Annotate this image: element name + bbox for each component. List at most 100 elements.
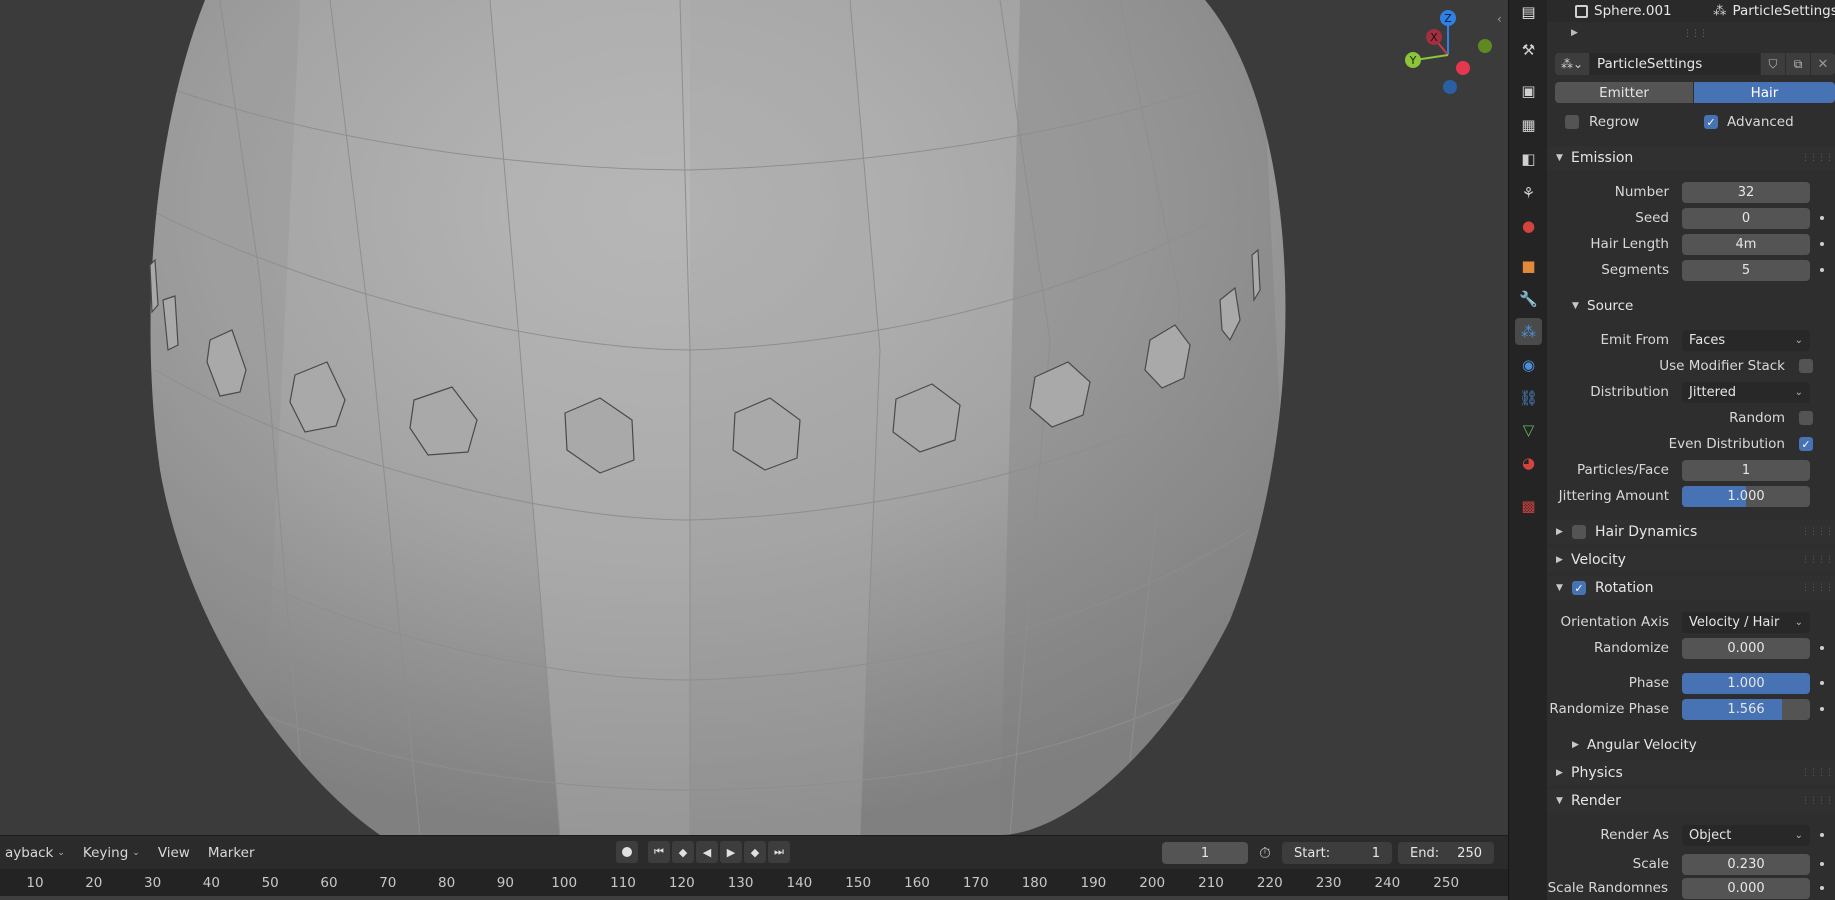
texture-tab-icon[interactable]: ▩ [1515, 492, 1542, 519]
tool-tab-icon[interactable]: ⚒ [1515, 36, 1542, 63]
end-frame-field[interactable]: End: 250 [1398, 842, 1494, 864]
scale-randomness-field[interactable]: 0.000 [1682, 877, 1810, 899]
keyframe-dot-icon[interactable] [1820, 268, 1824, 272]
keyframe-dot-icon[interactable] [1820, 242, 1824, 246]
emit-from-value: Faces [1689, 332, 1726, 348]
orientation-axis-dropdown[interactable]: Velocity / Hair ⌄ [1682, 611, 1810, 633]
stopwatch-icon[interactable]: ⏱ [1254, 842, 1276, 864]
physics-title: Physics [1571, 765, 1623, 781]
particles-face-field[interactable]: 1 [1682, 459, 1810, 481]
emit-from-dropdown[interactable]: Faces ⌄ [1682, 329, 1810, 351]
jump-start-button[interactable]: ⏮ [648, 841, 670, 863]
keyframe-dot-icon[interactable] [1820, 833, 1824, 837]
hair-length-field[interactable]: 4m [1682, 233, 1810, 255]
drag-grip-icon[interactable]: ⋮⋮⋮ [1683, 29, 1708, 39]
play-button[interactable]: ▶ [720, 841, 742, 863]
velocity-panel-header[interactable]: ▶ Velocity ⋮⋮⋮⋮ [1547, 548, 1835, 572]
3d-viewport[interactable]: Z X Y ‹ [0, 0, 1508, 835]
keyframe-dot-icon[interactable] [1820, 862, 1824, 866]
keyframe-dot-icon[interactable] [1820, 886, 1824, 890]
output-tab-icon[interactable]: ▦ [1515, 111, 1542, 138]
timeline-scrollbar[interactable] [0, 896, 1508, 900]
keyframe-dot-icon[interactable] [1820, 216, 1824, 220]
drag-grip-icon[interactable]: ⋮⋮⋮⋮ [1801, 768, 1834, 778]
particles-tab-icon[interactable]: ⁂ [1515, 318, 1542, 345]
randomize-slider[interactable]: 0.000 [1682, 637, 1810, 659]
end-label: End: [1410, 845, 1440, 861]
emission-panel-header[interactable]: ▼ Emission ⋮⋮⋮⋮ [1547, 146, 1835, 170]
source-panel-header[interactable]: ▼ Source [1547, 294, 1835, 318]
jump-end-button[interactable]: ⏭ [768, 841, 790, 863]
hair-dynamics-checkbox[interactable] [1572, 525, 1586, 539]
chevron-down-icon: ⌄ [1794, 829, 1803, 841]
keyframe-dot-icon[interactable] [1820, 646, 1824, 650]
even-distribution-checkbox[interactable]: ✓ [1799, 437, 1813, 451]
use-modifier-stack-checkbox[interactable] [1799, 359, 1813, 373]
type-emitter-button[interactable]: Emitter [1555, 82, 1693, 103]
jittering-amount-slider[interactable]: 1.000 [1682, 485, 1810, 507]
drag-grip-icon[interactable]: ⋮⋮⋮⋮ [1801, 583, 1834, 593]
phase-slider[interactable]: 1.000 [1682, 672, 1810, 694]
constraints-tab-icon[interactable]: ⛓ [1515, 384, 1542, 411]
modifier-tab-icon[interactable]: 🔧 [1515, 285, 1542, 312]
z-axis-label: Z [1444, 12, 1452, 25]
regrow-checkbox[interactable] [1565, 115, 1579, 129]
drag-grip-icon[interactable]: ⋮⋮⋮⋮ [1801, 153, 1834, 163]
type-hair-button[interactable]: Hair [1694, 82, 1835, 103]
duplicate-button[interactable]: ⧉ [1786, 53, 1810, 75]
next-keyframe-button[interactable]: ◆ [744, 841, 766, 863]
drag-grip-icon[interactable]: ⋮⋮⋮⋮ [1801, 527, 1834, 537]
scale-field[interactable]: 0.230 [1682, 853, 1810, 875]
rotation-checkbox[interactable]: ✓ [1572, 581, 1586, 595]
hair-length-value: 4m [1735, 236, 1757, 252]
start-frame-field[interactable]: Start: 1 [1282, 842, 1392, 864]
number-field[interactable]: 32 [1682, 181, 1810, 203]
ruler-frame-number: 100 [551, 875, 578, 891]
keying-menu[interactable]: Keying ⌄ [74, 845, 149, 861]
render-as-dropdown[interactable]: Object ⌄ [1682, 824, 1810, 846]
world-tab-icon[interactable]: ● [1515, 212, 1542, 239]
render-panel-header[interactable]: ▼ Render ⋮⋮⋮⋮ [1547, 789, 1835, 813]
keyframe-dot-icon[interactable] [1820, 681, 1824, 685]
physics-tab-icon[interactable]: ◉ [1515, 351, 1542, 378]
object-tab-icon[interactable]: ■ [1515, 252, 1542, 279]
view-menu[interactable]: View [149, 845, 199, 861]
seed-field[interactable]: 0 [1682, 207, 1810, 229]
distribution-dropdown[interactable]: Jittered ⌄ [1682, 381, 1810, 403]
play-reverse-button[interactable]: ◀ [696, 841, 718, 863]
randomize-phase-slider[interactable]: 1.566 [1682, 698, 1810, 720]
rotation-title: Rotation [1595, 580, 1654, 596]
unlink-button[interactable]: ✕ [1811, 53, 1835, 75]
record-button[interactable] [616, 841, 638, 863]
editor-type-icon[interactable]: ▤ [1515, 0, 1542, 25]
expand-arrow-icon[interactable]: ▶ [1571, 28, 1578, 38]
browse-particle-settings-button[interactable]: ⁂⌄ [1555, 53, 1589, 75]
hair-dynamics-panel-header[interactable]: ▶ Hair Dynamics ⋮⋮⋮⋮ [1547, 520, 1835, 544]
segments-field[interactable]: 5 [1682, 259, 1810, 281]
data-tab-icon[interactable]: ▽ [1515, 416, 1542, 443]
jump-start-icon: ⏮ [654, 845, 664, 858]
angular-velocity-panel-header[interactable]: ▶ Angular Velocity [1547, 733, 1835, 757]
ruler-frame-number: 220 [1256, 875, 1283, 891]
marker-menu[interactable]: Marker [199, 845, 264, 861]
keyframe-dot-icon[interactable] [1820, 707, 1824, 711]
playback-menu[interactable]: ayback ⌄ [0, 845, 74, 861]
region-toggle-icon[interactable]: ‹ [1497, 12, 1502, 26]
fake-user-button[interactable]: ⛉ [1761, 53, 1785, 75]
sphere-mesh [149, 0, 1286, 835]
rotation-panel-header[interactable]: ▼ ✓ Rotation ⋮⋮⋮⋮ [1547, 576, 1835, 600]
navigation-gizmo[interactable]: Z X Y [1400, 0, 1500, 100]
play-reverse-icon: ◀ [702, 845, 712, 859]
view-layer-tab-icon[interactable]: ◧ [1515, 145, 1542, 172]
current-frame-field[interactable]: 1 [1162, 842, 1248, 864]
advanced-checkbox[interactable]: ✓ [1704, 115, 1718, 129]
prev-keyframe-button[interactable]: ◆ [672, 841, 694, 863]
drag-grip-icon[interactable]: ⋮⋮⋮⋮ [1801, 555, 1834, 565]
random-checkbox[interactable] [1799, 411, 1813, 425]
scene-tab-icon[interactable]: ⚘ [1515, 179, 1542, 206]
particle-settings-name-field[interactable]: ParticleSettings [1590, 53, 1760, 75]
material-tab-icon[interactable]: ◕ [1515, 449, 1542, 476]
drag-grip-icon[interactable]: ⋮⋮⋮⋮ [1801, 796, 1834, 806]
physics-panel-header[interactable]: ▶ Physics ⋮⋮⋮⋮ [1547, 761, 1835, 785]
render-tab-icon[interactable]: ▣ [1515, 77, 1542, 104]
